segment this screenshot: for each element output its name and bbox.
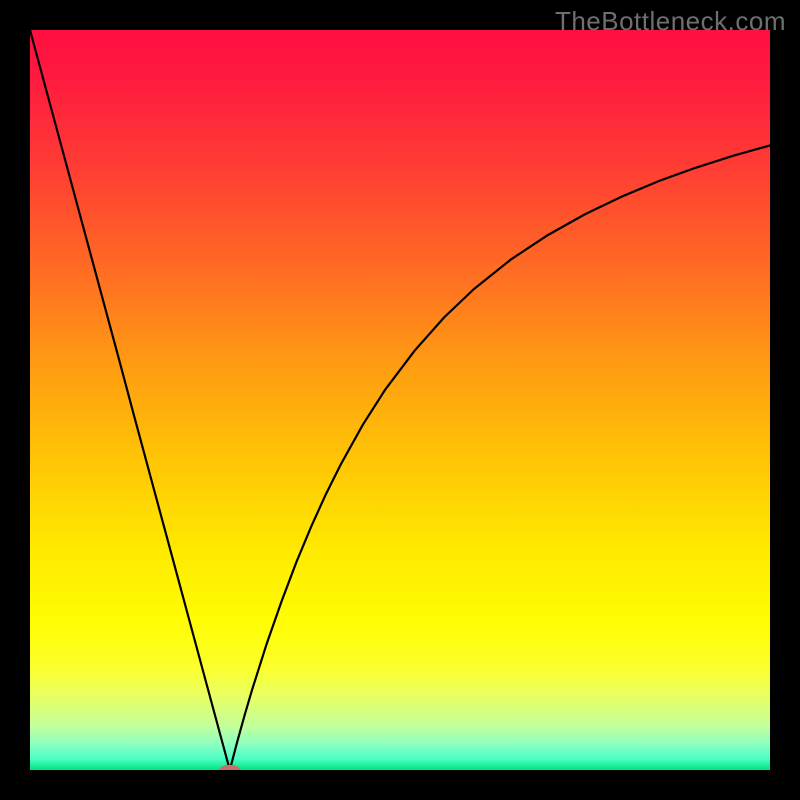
chart-frame: TheBottleneck.com (0, 0, 800, 800)
watermark-text: TheBottleneck.com (555, 6, 786, 37)
chart-svg (30, 30, 770, 770)
plot-area (30, 30, 770, 770)
gradient-background (30, 30, 770, 770)
